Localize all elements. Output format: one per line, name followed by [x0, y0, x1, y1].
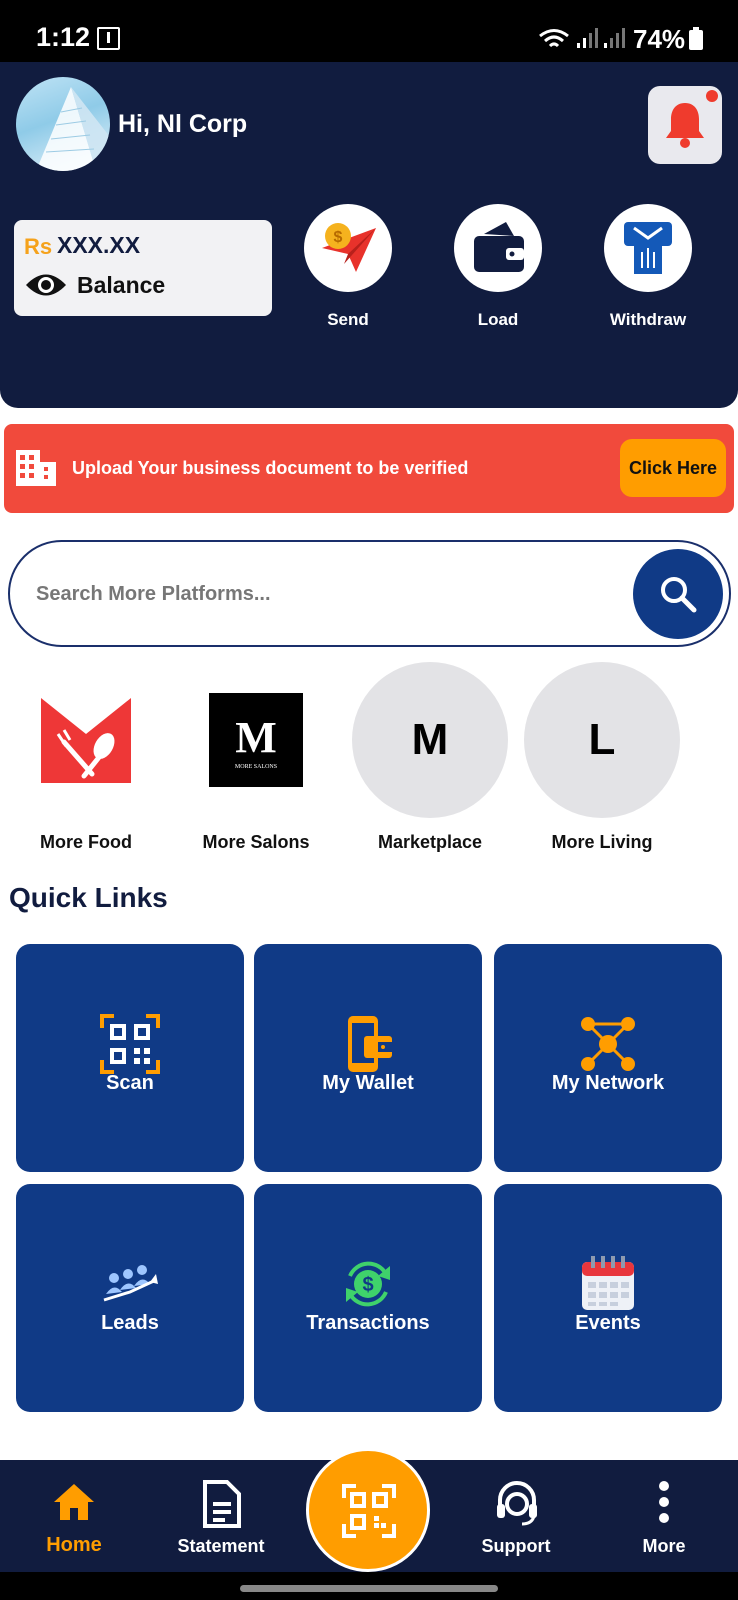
nav-more[interactable]: More — [604, 1460, 724, 1572]
status-bar: 1:12 74% — [0, 0, 738, 62]
nav-label: Support — [481, 1536, 551, 1556]
platform-label: More Food — [40, 832, 132, 852]
transactions-icon: $ — [346, 1261, 390, 1307]
more-living-logo: L — [524, 662, 680, 818]
quick-link-label: Leads — [101, 1312, 159, 1334]
more-salons-logo-caption: MORE SALONS — [235, 764, 277, 770]
verify-banner: Upload Your business document to be veri… — [4, 424, 734, 513]
balance-card[interactable]: Rs XXX.XX Balance — [14, 220, 272, 316]
nav-support[interactable]: Support — [456, 1460, 576, 1572]
bell-icon — [666, 103, 704, 148]
nav-statement[interactable]: Statement — [161, 1460, 281, 1572]
quick-link-scan[interactable]: Scan — [16, 944, 244, 1172]
balance-amount: XXX.XX — [57, 232, 141, 258]
document-icon — [203, 1480, 241, 1528]
more-salons-logo-letter: M — [235, 713, 277, 762]
avatar[interactable] — [16, 77, 110, 171]
verify-message: Upload Your business document to be veri… — [72, 458, 469, 478]
quick-link-label: Events — [575, 1312, 641, 1334]
search-button[interactable] — [633, 549, 723, 639]
platform-more-food[interactable]: More Food — [6, 662, 166, 853]
notification-status-icon — [97, 27, 120, 50]
wallet-icon — [474, 222, 524, 272]
quick-link-events[interactable]: Events — [494, 1184, 722, 1412]
withdraw-button[interactable]: Withdraw — [593, 204, 703, 330]
platform-label: More Salons — [202, 832, 310, 852]
load-label: Load — [477, 310, 519, 329]
withdraw-label: Withdraw — [609, 310, 687, 329]
calendar-icon — [582, 1256, 634, 1310]
quick-link-my-network[interactable]: My Network — [494, 944, 722, 1172]
status-time: 1:12 — [36, 22, 91, 52]
platform-marketplace[interactable]: M Marketplace — [350, 662, 510, 853]
eye-icon[interactable] — [24, 270, 68, 300]
battery-icon — [689, 27, 703, 50]
atm-withdraw-icon — [624, 222, 672, 274]
wifi-icon — [539, 29, 569, 48]
greeting: Hi, Nl Corp — [118, 110, 248, 138]
svg-text:$: $ — [334, 229, 343, 246]
nav-home[interactable]: Home — [14, 1460, 134, 1572]
signal-icon — [577, 28, 598, 48]
click-here-button[interactable]: Click Here — [620, 439, 726, 497]
qr-scan-icon — [100, 1014, 160, 1074]
platform-more-salons[interactable]: M MORE SALONS More Salons — [176, 662, 336, 853]
quick-link-label: Scan — [106, 1072, 154, 1094]
support-headset-icon — [497, 1481, 537, 1526]
more-food-logo — [8, 662, 164, 818]
battery-percent: 74% — [633, 24, 686, 54]
balance-label: Balance — [77, 272, 166, 298]
quick-link-transactions[interactable]: $ Transactions — [254, 1184, 482, 1412]
scan-fab-button[interactable] — [306, 1448, 430, 1572]
quick-links-title: Quick Links — [9, 882, 168, 913]
notifications-button[interactable] — [648, 86, 722, 164]
marketplace-logo: M — [352, 662, 508, 818]
search-bar — [8, 540, 731, 647]
search-icon — [661, 577, 697, 613]
more-vertical-icon — [659, 1481, 669, 1523]
building-icon — [16, 450, 56, 486]
quick-link-my-wallet[interactable]: My Wallet — [254, 944, 482, 1172]
more-salons-logo: M MORE SALONS — [178, 662, 334, 818]
quick-link-label: My Network — [551, 1072, 665, 1094]
load-button[interactable]: Load — [443, 204, 553, 330]
account-header: Hi, Nl Corp Rs XXX.XX Balance $ Send Loa… — [0, 62, 738, 408]
quick-link-label: Transactions — [306, 1312, 430, 1334]
quick-link-leads[interactable]: Leads — [16, 1184, 244, 1412]
send-label: Send — [327, 310, 369, 329]
balance-currency: Rs — [24, 234, 53, 259]
network-icon — [581, 1017, 635, 1071]
notification-dot — [706, 90, 718, 102]
platform-label: Marketplace — [377, 832, 483, 852]
quick-link-label: My Wallet — [322, 1072, 414, 1094]
home-icon — [54, 1484, 94, 1520]
send-button[interactable]: $ Send — [293, 204, 403, 330]
search-input[interactable] — [36, 576, 596, 612]
svg-text:$: $ — [362, 1274, 373, 1296]
platform-more-living[interactable]: L More Living — [522, 662, 682, 853]
leads-icon — [103, 1265, 158, 1302]
nav-label: Home — [46, 1534, 102, 1556]
send-money-icon: $ — [322, 223, 376, 272]
nav-label: Statement — [177, 1536, 265, 1556]
mobile-wallet-icon — [348, 1016, 392, 1072]
qr-scan-icon — [342, 1484, 396, 1538]
home-indicator[interactable] — [240, 1585, 498, 1592]
platform-label: More Living — [551, 832, 653, 852]
signal-icon-2 — [604, 28, 625, 48]
nav-label: More — [642, 1536, 686, 1556]
